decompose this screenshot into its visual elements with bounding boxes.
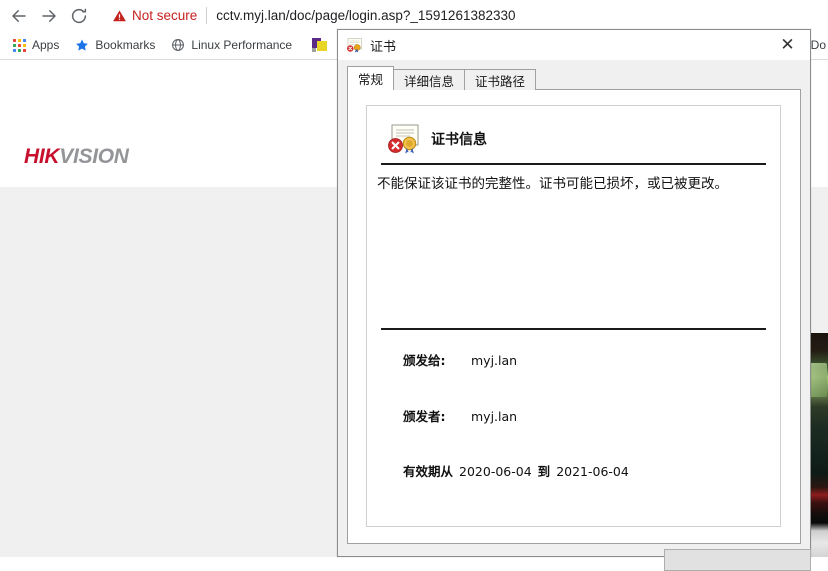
bookmark-bookmarks-label: Bookmarks [95, 38, 156, 52]
arrow-right-icon [40, 7, 58, 25]
issued-to-row: 颁发给: myj.lan [367, 350, 782, 369]
logo-vision-text: VISION [59, 145, 129, 168]
bookmark-bookmarks[interactable]: Bookmarks [68, 34, 162, 56]
back-button[interactable] [4, 1, 34, 31]
bookmark-colored[interactable] [305, 34, 340, 56]
validity-to-label: 到 [537, 464, 551, 479]
tab-panel-general: 证书信息 不能保证该证书的完整性。证书可能已损坏，或已被更改。 颁发给: myj… [347, 89, 801, 544]
bookmark-document-label: Do [810, 38, 826, 52]
validity-from-date: 2020-06-04 [459, 464, 532, 479]
divider-top [381, 163, 766, 165]
certificate-icon [346, 37, 363, 53]
browser-toolbar: Not secure cctv.myj.lan/doc/page/login.a… [0, 0, 828, 31]
dialog-title: 证书 [370, 39, 397, 55]
issuer-value: myj.lan [471, 409, 518, 424]
arrow-left-icon [10, 7, 28, 25]
tab-certification-path[interactable]: 证书路径 [464, 69, 537, 90]
dialog-titlebar[interactable]: 证书 ✕ [338, 30, 810, 60]
reload-icon [70, 7, 88, 25]
validity-to-date: 2021-06-04 [556, 464, 629, 479]
forward-button[interactable] [34, 1, 64, 31]
bookmark-linux-performance[interactable]: Linux Performance [164, 34, 299, 56]
issuer-label: 颁发者: [403, 409, 446, 424]
certificate-error-icon [387, 124, 421, 154]
issued-to-value: myj.lan [471, 353, 518, 368]
issued-to-label: 颁发给: [403, 353, 446, 368]
certificate-info-card: 证书信息 不能保证该证书的完整性。证书可能已损坏，或已被更改。 颁发给: myj… [366, 105, 781, 527]
close-icon[interactable]: ✕ [765, 30, 810, 60]
issuer-row: 颁发者: myj.lan [367, 406, 782, 425]
tab-general[interactable]: 常规 [347, 66, 395, 90]
certificate-warning-text: 不能保证该证书的完整性。证书可能已损坏，或已被更改。 [377, 176, 728, 192]
bookmark-linux-performance-label: Linux Performance [191, 38, 293, 52]
validity-row: 有效期从 2020-06-04 到 2021-06-04 [403, 461, 629, 480]
tab-details[interactable]: 详细信息 [393, 69, 466, 90]
dialog-tabs: 常规 详细信息 证书路径 [347, 66, 537, 90]
colored-square-icon [312, 37, 328, 53]
reload-button[interactable] [64, 1, 94, 31]
security-status-label[interactable]: Not secure [132, 8, 197, 23]
apps-grid-icon [13, 38, 26, 52]
certificate-info-title: 证书信息 [431, 132, 487, 148]
warning-triangle-icon[interactable] [112, 9, 127, 23]
bookmark-apps[interactable]: Apps [6, 34, 66, 56]
globe-icon [171, 38, 185, 52]
dialog-footer-button[interactable] [664, 549, 811, 571]
divider-middle [381, 328, 766, 330]
star-icon [75, 38, 89, 52]
address-bar[interactable]: Not secure cctv.myj.lan/doc/page/login.a… [104, 2, 820, 29]
browser-window: Not secure cctv.myj.lan/doc/page/login.a… [0, 0, 828, 571]
url-text[interactable]: cctv.myj.lan/doc/page/login.asp?_1591261… [216, 8, 515, 23]
bookmark-apps-label: Apps [32, 38, 60, 52]
validity-from-label: 有效期从 [403, 464, 454, 479]
omnibox-divider [206, 7, 208, 24]
certificate-info-header: 证书信息 [387, 124, 487, 154]
certificate-dialog: 证书 ✕ 常规 详细信息 证书路径 证书信息 不能保证该证书的完整性。证书可能已… [337, 29, 811, 571]
hikvision-logo: HIKVISION [24, 145, 129, 169]
logo-hik-text: HIK [24, 145, 60, 168]
